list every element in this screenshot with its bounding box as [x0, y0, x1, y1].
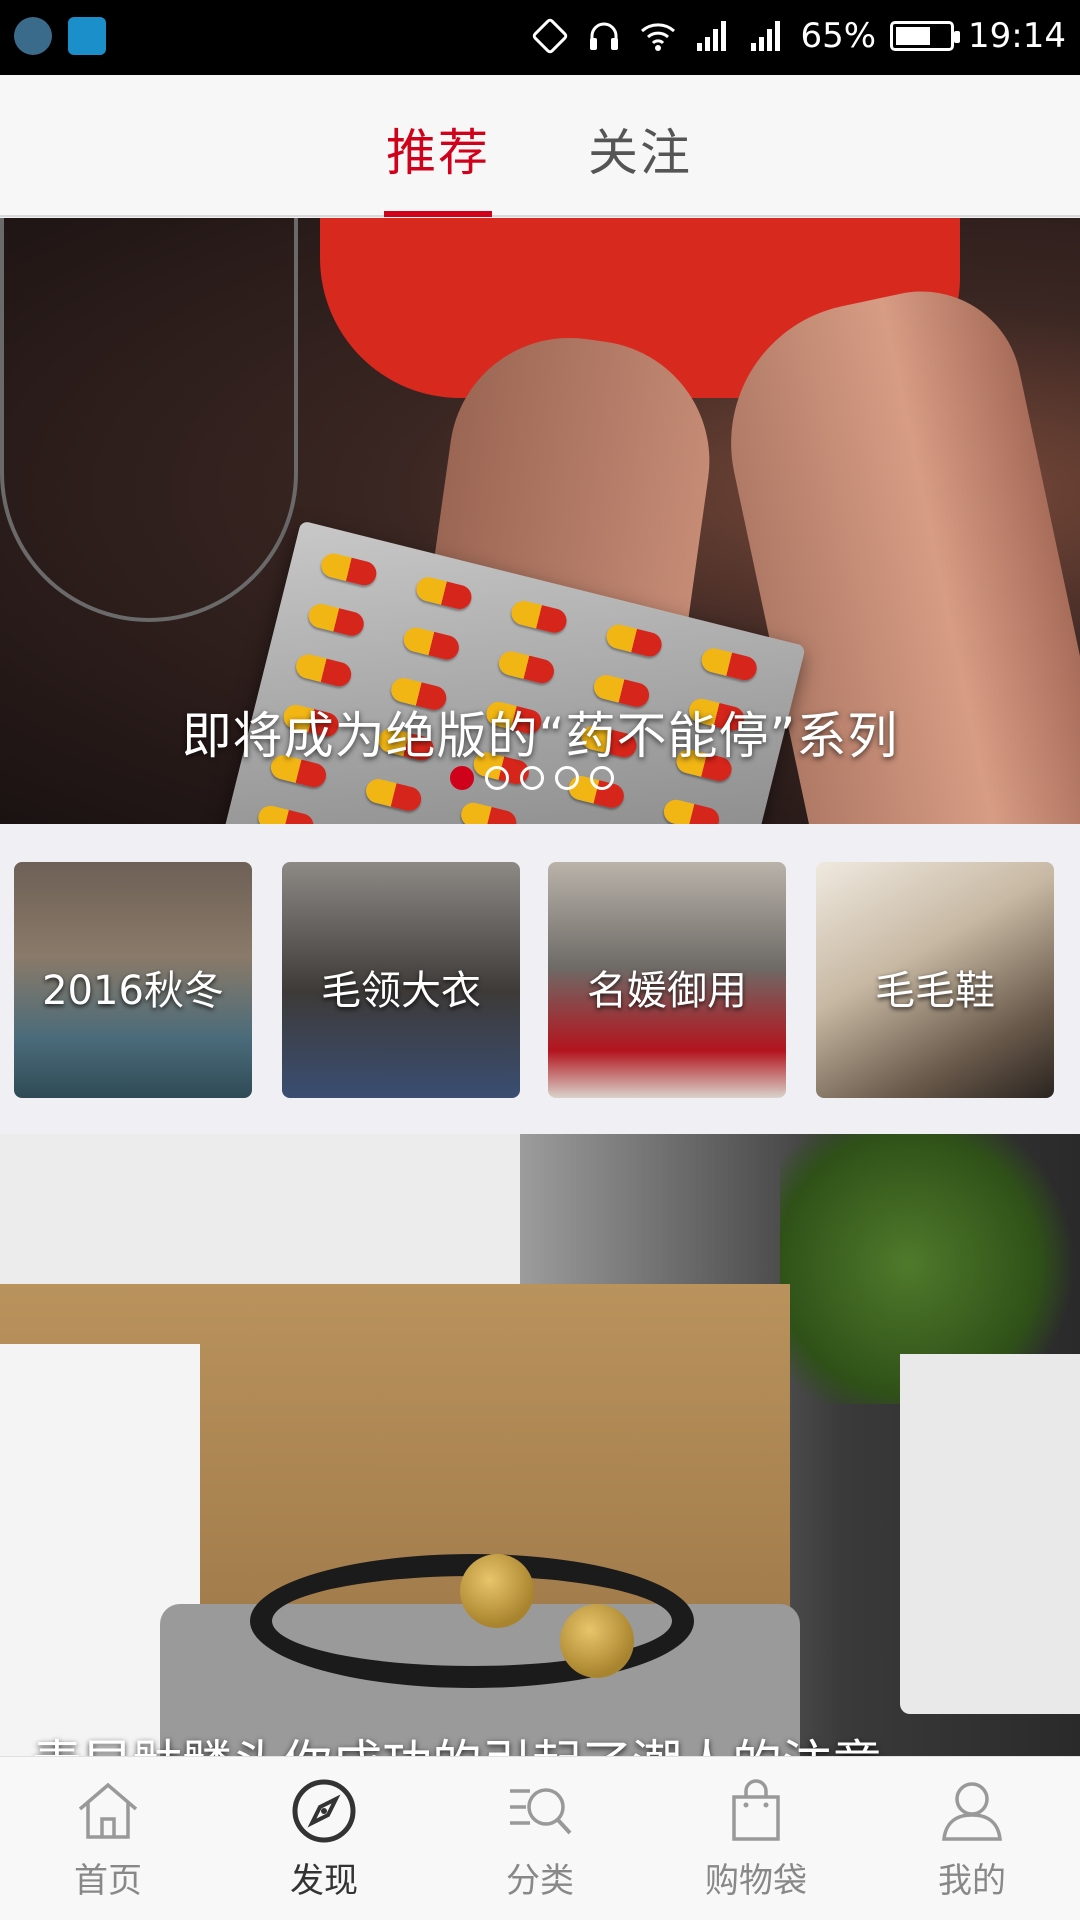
carousel-dot[interactable] — [520, 766, 544, 790]
carousel-indicator — [450, 766, 614, 790]
nav-label: 发现 — [290, 1861, 358, 1901]
top-tab-bar: 推荐 关注 — [0, 75, 1080, 217]
category-shortcuts: 2016秋冬 毛领大衣 名媛御用 毛毛鞋 — [0, 824, 1080, 1134]
pill-decoration — [401, 625, 462, 662]
active-tab-indicator — [384, 211, 492, 217]
wifi-icon — [638, 14, 678, 58]
compass-icon — [292, 1779, 356, 1843]
status-bar: 65% 19:14 — [0, 0, 1080, 75]
battery-fill — [896, 27, 931, 45]
signal-icon — [692, 14, 732, 58]
category-card-autumn-winter[interactable]: 2016秋冬 — [14, 862, 252, 1098]
feature-article-card[interactable]: 青昆骷髅头你成功的引起了潮人的注意 — [0, 1134, 1080, 1756]
battery-icon — [890, 21, 961, 51]
nav-label: 购物袋 — [705, 1861, 807, 1901]
feature-caption: 青昆骷髅头你成功的引起了潮人的注意 — [32, 1724, 882, 1756]
pill-decoration — [318, 550, 379, 588]
pot-image — [900, 1354, 1080, 1714]
nav-category[interactable]: 分类 — [432, 1775, 648, 1902]
signal-icon-2 — [746, 14, 786, 58]
nav-discover[interactable]: 发现 — [216, 1775, 432, 1902]
notification-icons — [14, 17, 106, 55]
category-search-icon — [510, 1788, 572, 1835]
home-icon — [78, 1782, 138, 1839]
category-card-fur-shoes[interactable]: 毛毛鞋 — [816, 862, 1054, 1098]
carousel-dot[interactable] — [485, 766, 509, 790]
nav-shopping-bag[interactable]: 购物袋 — [648, 1775, 864, 1902]
pill-decoration — [496, 648, 557, 686]
pill-decoration — [306, 601, 367, 639]
battery-percent: 65% — [800, 16, 877, 56]
bull-app-icon — [68, 17, 106, 55]
shopping-bag-icon — [732, 1779, 780, 1841]
pill-decoration — [699, 645, 760, 683]
pill-decoration — [458, 800, 519, 824]
pill-decoration — [363, 776, 424, 814]
user-icon — [942, 1782, 1002, 1841]
nav-label: 首页 — [74, 1861, 142, 1901]
nav-label: 分类 — [506, 1861, 574, 1901]
system-icons: 65% 19:14 — [530, 14, 1066, 58]
category-label: 名媛御用 — [587, 968, 747, 1014]
hero-banner[interactable]: 即将成为绝版的“药不能停”系列 — [0, 218, 1080, 824]
bottom-nav: 首页 发现 分类 购物袋 我的 — [0, 1756, 1080, 1920]
headphone-icon — [584, 14, 624, 58]
wall-image — [0, 1134, 520, 1304]
nav-me[interactable]: 我的 — [864, 1775, 1080, 1902]
category-label: 毛毛鞋 — [875, 968, 995, 1014]
category-card-socialite[interactable]: 名媛御用 — [548, 862, 786, 1098]
clock: 19:14 — [968, 16, 1066, 56]
pill-decoration — [413, 574, 474, 612]
nfc-icon — [530, 14, 570, 58]
pill-decoration — [293, 651, 354, 689]
screenshot-app-icon — [14, 17, 52, 55]
nav-home[interactable]: 首页 — [0, 1775, 216, 1902]
category-label: 2016秋冬 — [42, 968, 224, 1014]
carousel-dot[interactable] — [555, 766, 579, 790]
skull-charm-image-2 — [560, 1604, 634, 1678]
nav-label: 我的 — [938, 1861, 1006, 1901]
category-card-fur-collar-coat[interactable]: 毛领大衣 — [282, 862, 520, 1098]
carousel-dot[interactable] — [590, 766, 614, 790]
pill-decoration — [508, 598, 570, 636]
skull-charm-image — [460, 1554, 534, 1628]
tab-follow[interactable]: 关注 — [588, 113, 692, 185]
pill-decoration — [661, 797, 722, 824]
pill-decoration — [604, 622, 665, 659]
banner-caption: 即将成为绝版的“药不能停”系列 — [181, 707, 899, 765]
category-label: 毛领大衣 — [321, 968, 481, 1014]
carousel-dot[interactable] — [450, 766, 474, 790]
pill-decoration — [255, 803, 317, 824]
bag-strap-image — [0, 218, 298, 622]
tab-recommend[interactable]: 推荐 — [386, 113, 490, 185]
